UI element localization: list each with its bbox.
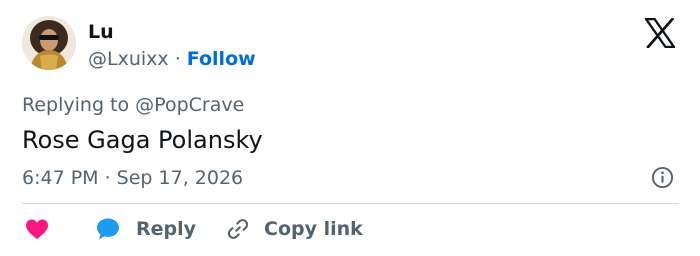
replying-to-line: Replying to @PopCrave <box>22 92 244 118</box>
follow-button[interactable]: Follow <box>187 48 256 70</box>
x-logo-icon[interactable] <box>644 18 676 48</box>
info-icon[interactable] <box>651 166 674 189</box>
handle-separator: · <box>174 48 181 70</box>
embedded-tweet-card: Lu @Lxuixx · Follow Replying to @PopCrav… <box>0 0 700 256</box>
user-info: Lu @Lxuixx · Follow <box>88 20 256 71</box>
replying-to-prefix: Replying to <box>22 94 130 116</box>
copy-link-label: Copy link <box>264 218 363 240</box>
display-name[interactable]: Lu <box>88 20 256 44</box>
link-icon <box>227 219 249 239</box>
heart-icon <box>26 219 48 239</box>
like-button[interactable] <box>24 217 50 241</box>
handle-row: @Lxuixx · Follow <box>88 47 256 71</box>
copy-link-button[interactable]: Copy link <box>226 217 363 241</box>
reply-label: Reply <box>136 218 197 240</box>
speech-bubble-icon <box>97 218 119 240</box>
tweet-text: Rose Gaga Polansky <box>22 126 263 154</box>
replying-to-mention[interactable]: @PopCrave <box>135 94 244 116</box>
divider <box>22 203 679 204</box>
avatar-image <box>22 16 76 70</box>
avatar[interactable] <box>22 16 76 70</box>
tweet-header: Lu @Lxuixx · Follow <box>22 16 256 71</box>
user-handle[interactable]: @Lxuixx <box>88 48 169 70</box>
tweet-timestamp[interactable]: 6:47 PM · Sep 17, 2026 <box>22 165 243 191</box>
tweet-actions: Reply Copy link <box>24 214 363 244</box>
reply-button[interactable]: Reply <box>95 216 196 242</box>
